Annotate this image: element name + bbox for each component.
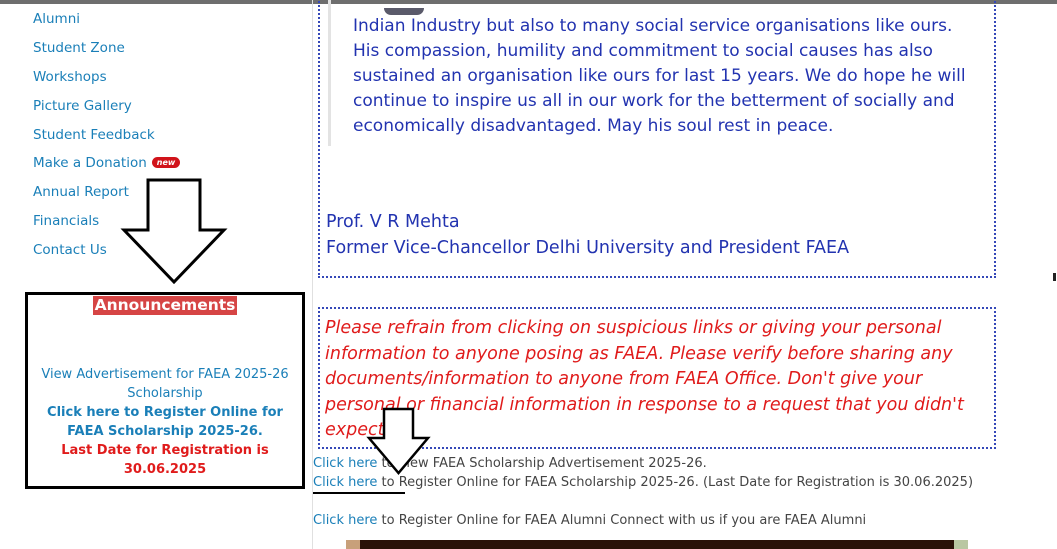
click-here-alumni-link[interactable]: Click here	[313, 513, 377, 528]
sidebar-item-workshops[interactable]: Workshops	[33, 69, 180, 98]
sidebar-item-alumni[interactable]: Alumni	[33, 11, 180, 40]
register-link-line: Click here to Register Online for FAEA S…	[313, 475, 973, 490]
sidebar-item-student-zone[interactable]: Student Zone	[33, 40, 180, 69]
sidebar-item-label: Financials	[33, 213, 100, 230]
signature-name: Prof. V R Mehta	[326, 212, 460, 232]
tribute-text: Indian Industry but also to many social …	[353, 16, 966, 136]
register-online-link[interactable]: Click here to Register Online for FAEA S…	[28, 403, 302, 441]
signature-title: Former Vice-Chancellor Delhi University …	[326, 238, 850, 258]
click-here-register-link[interactable]: Click here	[313, 475, 377, 490]
sidebar-item-label: Alumni	[33, 11, 80, 27]
sidebar-item-label: Student Feedback	[33, 126, 155, 143]
alumni-link-line: Click here to Register Online for FAEA A…	[313, 513, 866, 528]
sidebar-item-label: Picture Gallery	[33, 97, 132, 114]
sidebar-item-label: Student Zone	[33, 39, 125, 56]
announcements-box: Announcements View Advertisement for FAE…	[25, 292, 305, 489]
link-description: to Register Online for FAEA Scholarship …	[377, 475, 974, 490]
tribute-signature: Prof. V R Mehta Former Vice-Chancellor D…	[326, 209, 849, 261]
registration-deadline: Last Date for Registration is 30.06.2025	[61, 443, 269, 477]
annotation-underline	[313, 492, 405, 494]
photo-image	[346, 540, 968, 549]
announcements-title: Announcements	[92, 296, 238, 315]
advertisement-link[interactable]: View Advertisement for FAEA 2025-26 Scho…	[28, 365, 302, 403]
sidebar-item-student-feedback[interactable]: Student Feedback	[33, 127, 180, 156]
tribute-quote: Indian Industry but also to many social …	[328, 0, 988, 146]
down-arrow-icon	[120, 178, 228, 284]
sidebar: Alumni Student Zone Workshops Picture Ga…	[0, 0, 312, 549]
announcements-body: View Advertisement for FAEA 2025-26 Scho…	[28, 365, 302, 479]
link-description: to Register Online for FAEA Alumni Conne…	[377, 513, 867, 528]
tribute-box: Indian Industry but also to many social …	[318, 0, 996, 278]
down-arrow-icon	[366, 407, 431, 475]
sidebar-item-label: Workshops	[33, 68, 107, 85]
scrollbar-marker	[1053, 273, 1056, 281]
sidebar-item-label: Make a Donation	[33, 155, 147, 172]
sidebar-item-picture-gallery[interactable]: Picture Gallery	[33, 98, 180, 127]
new-badge: new	[151, 157, 181, 169]
sidebar-item-label: Contact Us	[33, 242, 107, 259]
sidebar-item-label: Annual Report	[33, 184, 129, 201]
